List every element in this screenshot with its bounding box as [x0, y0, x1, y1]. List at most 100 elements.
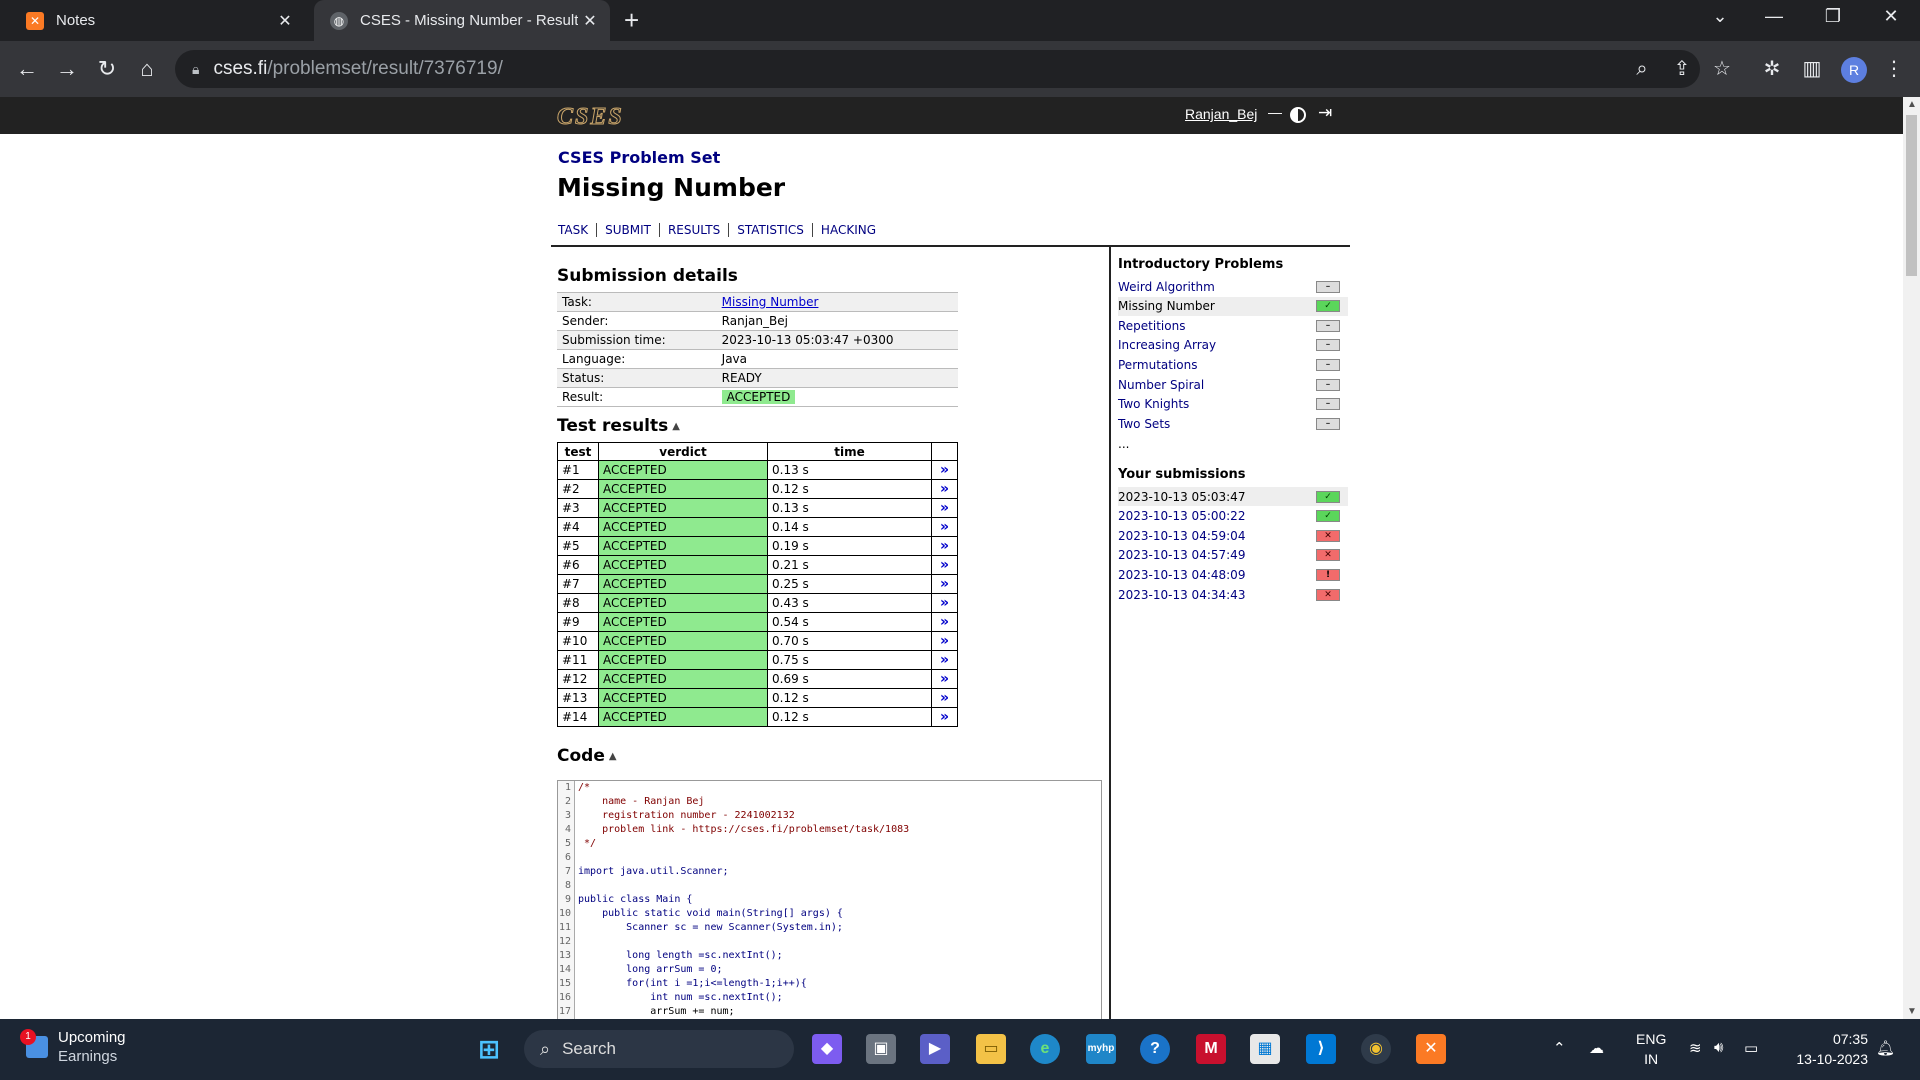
myhp-icon[interactable]: myhp: [1086, 1034, 1116, 1064]
sidebar-problem-item[interactable]: Two Knights –: [1118, 395, 1348, 414]
submission-item[interactable]: 2023-10-13 05:00:22 ✓: [1118, 507, 1348, 526]
logout-icon[interactable]: ⇥: [1318, 103, 1332, 123]
cses-logo[interactable]: CSES: [557, 104, 624, 131]
tab-notes[interactable]: ✕ Notes ✕: [10, 0, 305, 41]
task-link[interactable]: Missing Number: [722, 295, 819, 309]
close-window-button[interactable]: ✕: [1871, 6, 1911, 27]
view-test-link[interactable]: »: [931, 555, 958, 575]
submission-item[interactable]: 2023-10-13 04:59:04 ✕: [1118, 526, 1348, 545]
notification-bell-icon[interactable]: 🔔︎: [1876, 1039, 1895, 1057]
home-icon[interactable]: ⌂: [131, 53, 163, 85]
task-nav: TASK SUBMIT RESULTS STATISTICS HACKING: [558, 223, 884, 237]
tab-search-icon[interactable]: ⌄: [1700, 6, 1740, 27]
table-row: #6 ACCEPTED 0.21 s»: [557, 555, 958, 575]
view-test-link[interactable]: »: [931, 650, 958, 670]
status-none-icon: –: [1316, 378, 1340, 391]
clock[interactable]: 07:35 13-10-2023: [1768, 1029, 1868, 1069]
language-indicator[interactable]: ENG IN: [1636, 1029, 1666, 1069]
news-widget[interactable]: 1 Upcoming Earnings: [20, 1028, 126, 1066]
address-bar[interactable]: 🔒︎ cses.fi/problemset/result/7376719/: [175, 50, 1700, 88]
caret-up-icon[interactable]: ▲: [609, 751, 617, 762]
view-test-link[interactable]: »: [931, 460, 958, 480]
view-test-link[interactable]: »: [931, 593, 958, 613]
close-tab-icon[interactable]: ✕: [578, 11, 602, 31]
test-id: #14: [557, 707, 599, 727]
view-test-link[interactable]: »: [931, 612, 958, 632]
sidebar-problem-item[interactable]: Permutations –: [1118, 355, 1348, 374]
breadcrumb[interactable]: CSES Problem Set: [558, 148, 720, 167]
submission-item[interactable]: 2023-10-13 04:57:49 ✕: [1118, 546, 1348, 565]
zoom-icon[interactable]: ⌕: [1626, 53, 1658, 85]
page-scrollbar[interactable]: ▲ ▼: [1903, 97, 1920, 1019]
sidebar-problem-item[interactable]: Number Spiral –: [1118, 375, 1348, 394]
tab-cses-result[interactable]: ◍ CSES - Missing Number - Result ✕: [314, 0, 610, 41]
new-tab-button[interactable]: +: [624, 7, 639, 33]
wifi-icon[interactable]: ≋: [1689, 1039, 1702, 1057]
sidebar-problem-item[interactable]: Increasing Array –: [1118, 336, 1348, 355]
nav-results[interactable]: RESULTS: [658, 223, 728, 237]
view-test-link[interactable]: »: [931, 707, 958, 727]
scrollbar-thumb[interactable]: [1906, 115, 1917, 276]
scroll-down-icon[interactable]: ▼: [1907, 1006, 1917, 1017]
onedrive-cloud-icon[interactable]: ☁: [1589, 1039, 1604, 1057]
mcafee-icon[interactable]: M: [1196, 1034, 1226, 1064]
code-line: 5 */: [558, 837, 1101, 851]
menu-icon[interactable]: ⋮: [1878, 53, 1910, 85]
view-test-link[interactable]: »: [931, 631, 958, 651]
view-test-link[interactable]: »: [931, 479, 958, 499]
restore-button[interactable]: ❐: [1813, 6, 1853, 27]
teams-chat-icon[interactable]: ▶: [920, 1034, 950, 1064]
task-view-icon[interactable]: ▣: [866, 1034, 896, 1064]
view-test-link[interactable]: »: [931, 536, 958, 556]
view-test-link[interactable]: »: [931, 669, 958, 689]
bookmark-star-icon[interactable]: ☆: [1706, 53, 1738, 85]
sidebar-problem-item[interactable]: Two Sets –: [1118, 414, 1348, 433]
view-test-link[interactable]: »: [931, 517, 958, 537]
code-viewer[interactable]: 1/* 2 name - Ranjan Bej 3 registration num…: [557, 780, 1102, 1019]
view-test-link[interactable]: »: [931, 688, 958, 708]
code-heading[interactable]: Code ▲: [557, 746, 617, 766]
submission-item[interactable]: 2023-10-13 04:34:43 ✕: [1118, 585, 1348, 604]
extensions-icon[interactable]: ✲: [1756, 53, 1788, 85]
copilot-icon[interactable]: ◆: [812, 1034, 842, 1064]
lock-icon[interactable]: 🔒︎: [192, 61, 199, 78]
view-test-link[interactable]: »: [931, 574, 958, 594]
contrast-toggle-icon[interactable]: [1290, 107, 1306, 123]
sidebar-problem-item[interactable]: Missing Number ✓: [1118, 296, 1348, 316]
xampp-icon[interactable]: ✕: [1416, 1034, 1446, 1064]
scroll-up-icon[interactable]: ▲: [1907, 99, 1917, 110]
volume-icon[interactable]: 🔊︎: [1714, 1039, 1723, 1056]
battery-icon[interactable]: ▭: [1744, 1039, 1758, 1057]
notification-badge: 1: [20, 1029, 36, 1045]
nav-hacking[interactable]: HACKING: [811, 223, 884, 237]
minimize-button[interactable]: —: [1754, 6, 1794, 27]
profile-avatar[interactable]: R: [1841, 57, 1867, 83]
submission-item[interactable]: 2023-10-13 05:03:47 ✓: [1118, 487, 1348, 506]
nav-statistics[interactable]: STATISTICS: [728, 223, 812, 237]
side-panel-icon[interactable]: ▥: [1796, 53, 1828, 85]
view-test-link[interactable]: »: [931, 498, 958, 518]
file-explorer-icon[interactable]: ▭: [976, 1034, 1006, 1064]
username-link[interactable]: Ranjan_Bej: [1185, 106, 1257, 122]
taskbar-search[interactable]: ⌕ Search: [524, 1030, 794, 1068]
microsoft-store-icon[interactable]: ▦: [1250, 1034, 1280, 1064]
nav-submit[interactable]: SUBMIT: [596, 223, 659, 237]
hidden-icons-chevron[interactable]: ⌃: [1553, 1039, 1566, 1057]
chrome-icon[interactable]: ◉: [1361, 1034, 1391, 1064]
code-line: 14 long arrSum = 0;: [558, 963, 1101, 977]
sidebar-problem-item[interactable]: Weird Algorithm –: [1118, 277, 1348, 296]
sidebar-problem-item[interactable]: Repetitions –: [1118, 316, 1348, 335]
caret-up-icon[interactable]: ▲: [672, 421, 680, 432]
windows-start-icon[interactable]: ⊞: [474, 1034, 504, 1064]
help-icon[interactable]: ?: [1140, 1034, 1170, 1064]
vscode-icon[interactable]: ⟩: [1306, 1034, 1336, 1064]
back-icon[interactable]: ←: [11, 53, 43, 85]
nav-task[interactable]: TASK: [558, 223, 596, 237]
close-tab-icon[interactable]: ✕: [273, 11, 297, 31]
forward-icon[interactable]: →: [51, 53, 83, 85]
submission-item[interactable]: 2023-10-13 04:48:09!: [1118, 565, 1348, 584]
test-results-heading[interactable]: Test results ▲: [557, 416, 680, 436]
share-icon[interactable]: ⇪: [1666, 53, 1698, 85]
reload-icon[interactable]: ↻: [91, 53, 123, 85]
edge-icon[interactable]: e: [1030, 1034, 1060, 1064]
